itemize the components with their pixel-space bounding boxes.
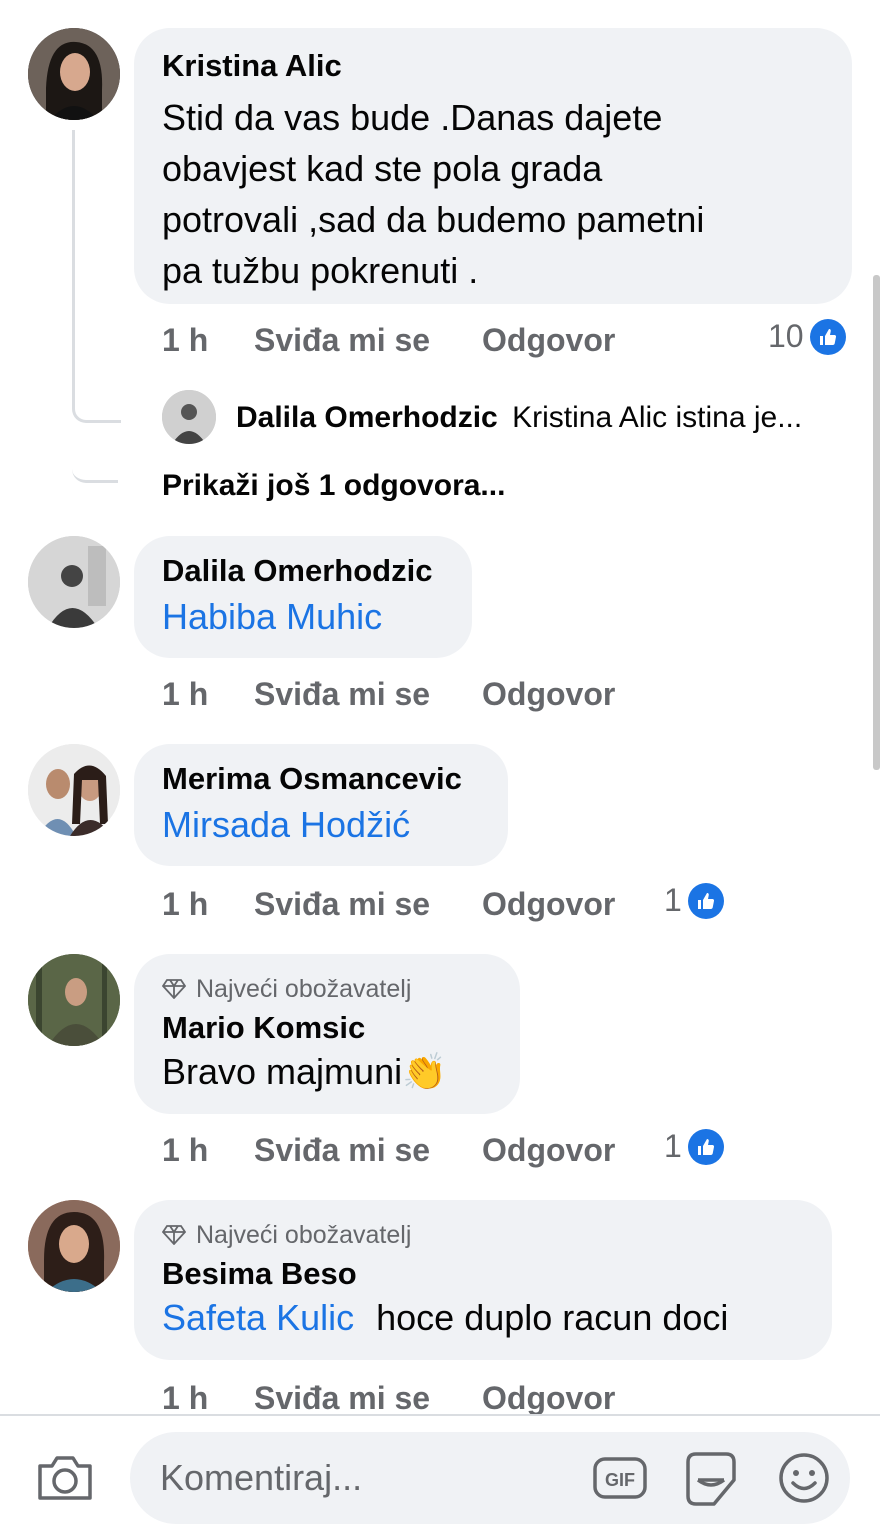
reply-button[interactable]: Odgovor bbox=[482, 1380, 658, 1417]
comment-time[interactable]: 1 h bbox=[162, 322, 254, 359]
avatar[interactable] bbox=[28, 1200, 120, 1292]
diamond-icon bbox=[162, 1225, 186, 1245]
reply-button[interactable]: Odgovor bbox=[482, 1132, 658, 1169]
comment-time[interactable]: 1 h bbox=[162, 1132, 254, 1169]
avatar[interactable] bbox=[28, 954, 120, 1046]
comment-author[interactable]: Besima Beso bbox=[162, 1256, 804, 1292]
like-button[interactable]: Sviđa mi se bbox=[254, 322, 482, 359]
reaction-number: 1 bbox=[664, 882, 682, 918]
comment-mention[interactable]: Habiba Muhic bbox=[162, 591, 444, 642]
comment-author[interactable]: Mario Komsic bbox=[162, 1010, 492, 1046]
reaction-count[interactable]: 1 bbox=[664, 1128, 724, 1165]
reply-avatar[interactable] bbox=[162, 390, 216, 444]
comment-mention[interactable]: Mirsada Hodžić bbox=[162, 799, 480, 850]
comment-text-line: potrovali ,sad da budemo pametni bbox=[162, 199, 705, 240]
more-replies-link[interactable]: Prikaži još 1 odgovora... bbox=[162, 466, 505, 506]
like-reaction-icon bbox=[687, 1128, 724, 1165]
reply-button[interactable]: Odgovor bbox=[482, 676, 658, 713]
avatar[interactable] bbox=[28, 744, 120, 836]
comment-actions: 1 h Sviđa mi se Odgovor bbox=[162, 674, 658, 714]
comment-text-line: obavjest kad ste pola grada bbox=[162, 148, 603, 189]
diamond-icon bbox=[162, 979, 186, 999]
comment-input-box[interactable]: GIF bbox=[130, 1432, 850, 1524]
comment-actions: 1 h Sviđa mi se Odgovor bbox=[162, 1130, 658, 1170]
reaction-count[interactable]: 1 bbox=[664, 882, 724, 919]
comment-mention[interactable]: Safeta Kulic bbox=[162, 1297, 354, 1338]
comment-text-content: hoce duplo racun doci bbox=[376, 1297, 729, 1338]
reply-button[interactable]: Odgovor bbox=[482, 322, 658, 359]
clapping-hands-icon: 👏 bbox=[402, 1051, 447, 1092]
badge-label: Najveći obožavatelj bbox=[196, 975, 412, 1003]
comment-input[interactable] bbox=[158, 1456, 562, 1500]
emoji-icon[interactable] bbox=[776, 1450, 832, 1511]
reaction-count[interactable]: 10 bbox=[768, 318, 846, 355]
reply-text: Kristina Alic istina je... bbox=[512, 401, 803, 434]
reaction-number: 1 bbox=[664, 1128, 682, 1164]
sticker-icon[interactable] bbox=[682, 1450, 740, 1513]
comment-text-line: pa tužbu pokrenuti . bbox=[162, 250, 479, 291]
comment-text-content: Bravo majmuni bbox=[162, 1051, 403, 1092]
like-button[interactable]: Sviđa mi se bbox=[254, 676, 482, 713]
comment-actions: 1 h Sviđa mi se Odgovor bbox=[162, 1378, 658, 1418]
comment-text-line: Stid da vas bude .Danas dajete bbox=[162, 97, 663, 138]
comment-author[interactable]: Merima Osmancevic bbox=[162, 761, 480, 797]
comment-composer-bar: GIF bbox=[0, 1414, 880, 1538]
svg-text:GIF: GIF bbox=[605, 1470, 635, 1490]
comment-actions: 1 h Sviđa mi se Odgovor bbox=[162, 884, 658, 924]
comment-author[interactable]: Kristina Alic bbox=[162, 48, 824, 84]
comment-time[interactable]: 1 h bbox=[162, 1380, 254, 1417]
top-fan-badge: Najveći obožavatelj bbox=[162, 1220, 804, 1250]
comment-time[interactable]: 1 h bbox=[162, 676, 254, 713]
like-button[interactable]: Sviđa mi se bbox=[254, 1380, 482, 1417]
scrollbar[interactable] bbox=[873, 275, 880, 770]
top-fan-badge: Najveći obožavatelj bbox=[162, 974, 492, 1004]
comment-text: Safeta Kulic hoce duplo racun doci bbox=[162, 1292, 804, 1343]
comment-author[interactable]: Dalila Omerhodzic bbox=[162, 553, 444, 589]
comment-actions: 1 h Sviđa mi se Odgovor bbox=[162, 320, 658, 360]
comment-bubble: Kristina Alic Stid da vas bude .Danas da… bbox=[134, 28, 852, 304]
comment-text: Bravo majmuni👏 bbox=[162, 1046, 492, 1097]
like-reaction-icon bbox=[809, 318, 846, 355]
thread-connector bbox=[72, 400, 118, 483]
comment-bubble: Najveći obožavatelj Mario Komsic Bravo m… bbox=[134, 954, 520, 1114]
comment-bubble: Merima Osmancevic Mirsada Hodžić bbox=[134, 744, 508, 866]
like-button[interactable]: Sviđa mi se bbox=[254, 886, 482, 923]
comment-time[interactable]: 1 h bbox=[162, 886, 254, 923]
comment-bubble: Najveći obožavatelj Besima Beso Safeta K… bbox=[134, 1200, 832, 1360]
reply-author: Dalila Omerhodzic bbox=[236, 401, 498, 434]
comment-bubble: Dalila Omerhodzic Habiba Muhic bbox=[134, 536, 472, 658]
reply-button[interactable]: Odgovor bbox=[482, 886, 658, 923]
badge-label: Najveći obožavatelj bbox=[196, 1221, 412, 1249]
avatar[interactable] bbox=[28, 536, 120, 628]
like-reaction-icon bbox=[687, 882, 724, 919]
reaction-number: 10 bbox=[768, 318, 804, 354]
gif-icon[interactable]: GIF bbox=[592, 1450, 648, 1511]
like-button[interactable]: Sviđa mi se bbox=[254, 1132, 482, 1169]
thread-connector bbox=[72, 130, 121, 423]
reply-preview[interactable]: Dalila Omerhodzic Kristina Alic istina j… bbox=[236, 398, 802, 438]
avatar[interactable] bbox=[28, 28, 120, 120]
camera-icon[interactable] bbox=[36, 1452, 94, 1507]
